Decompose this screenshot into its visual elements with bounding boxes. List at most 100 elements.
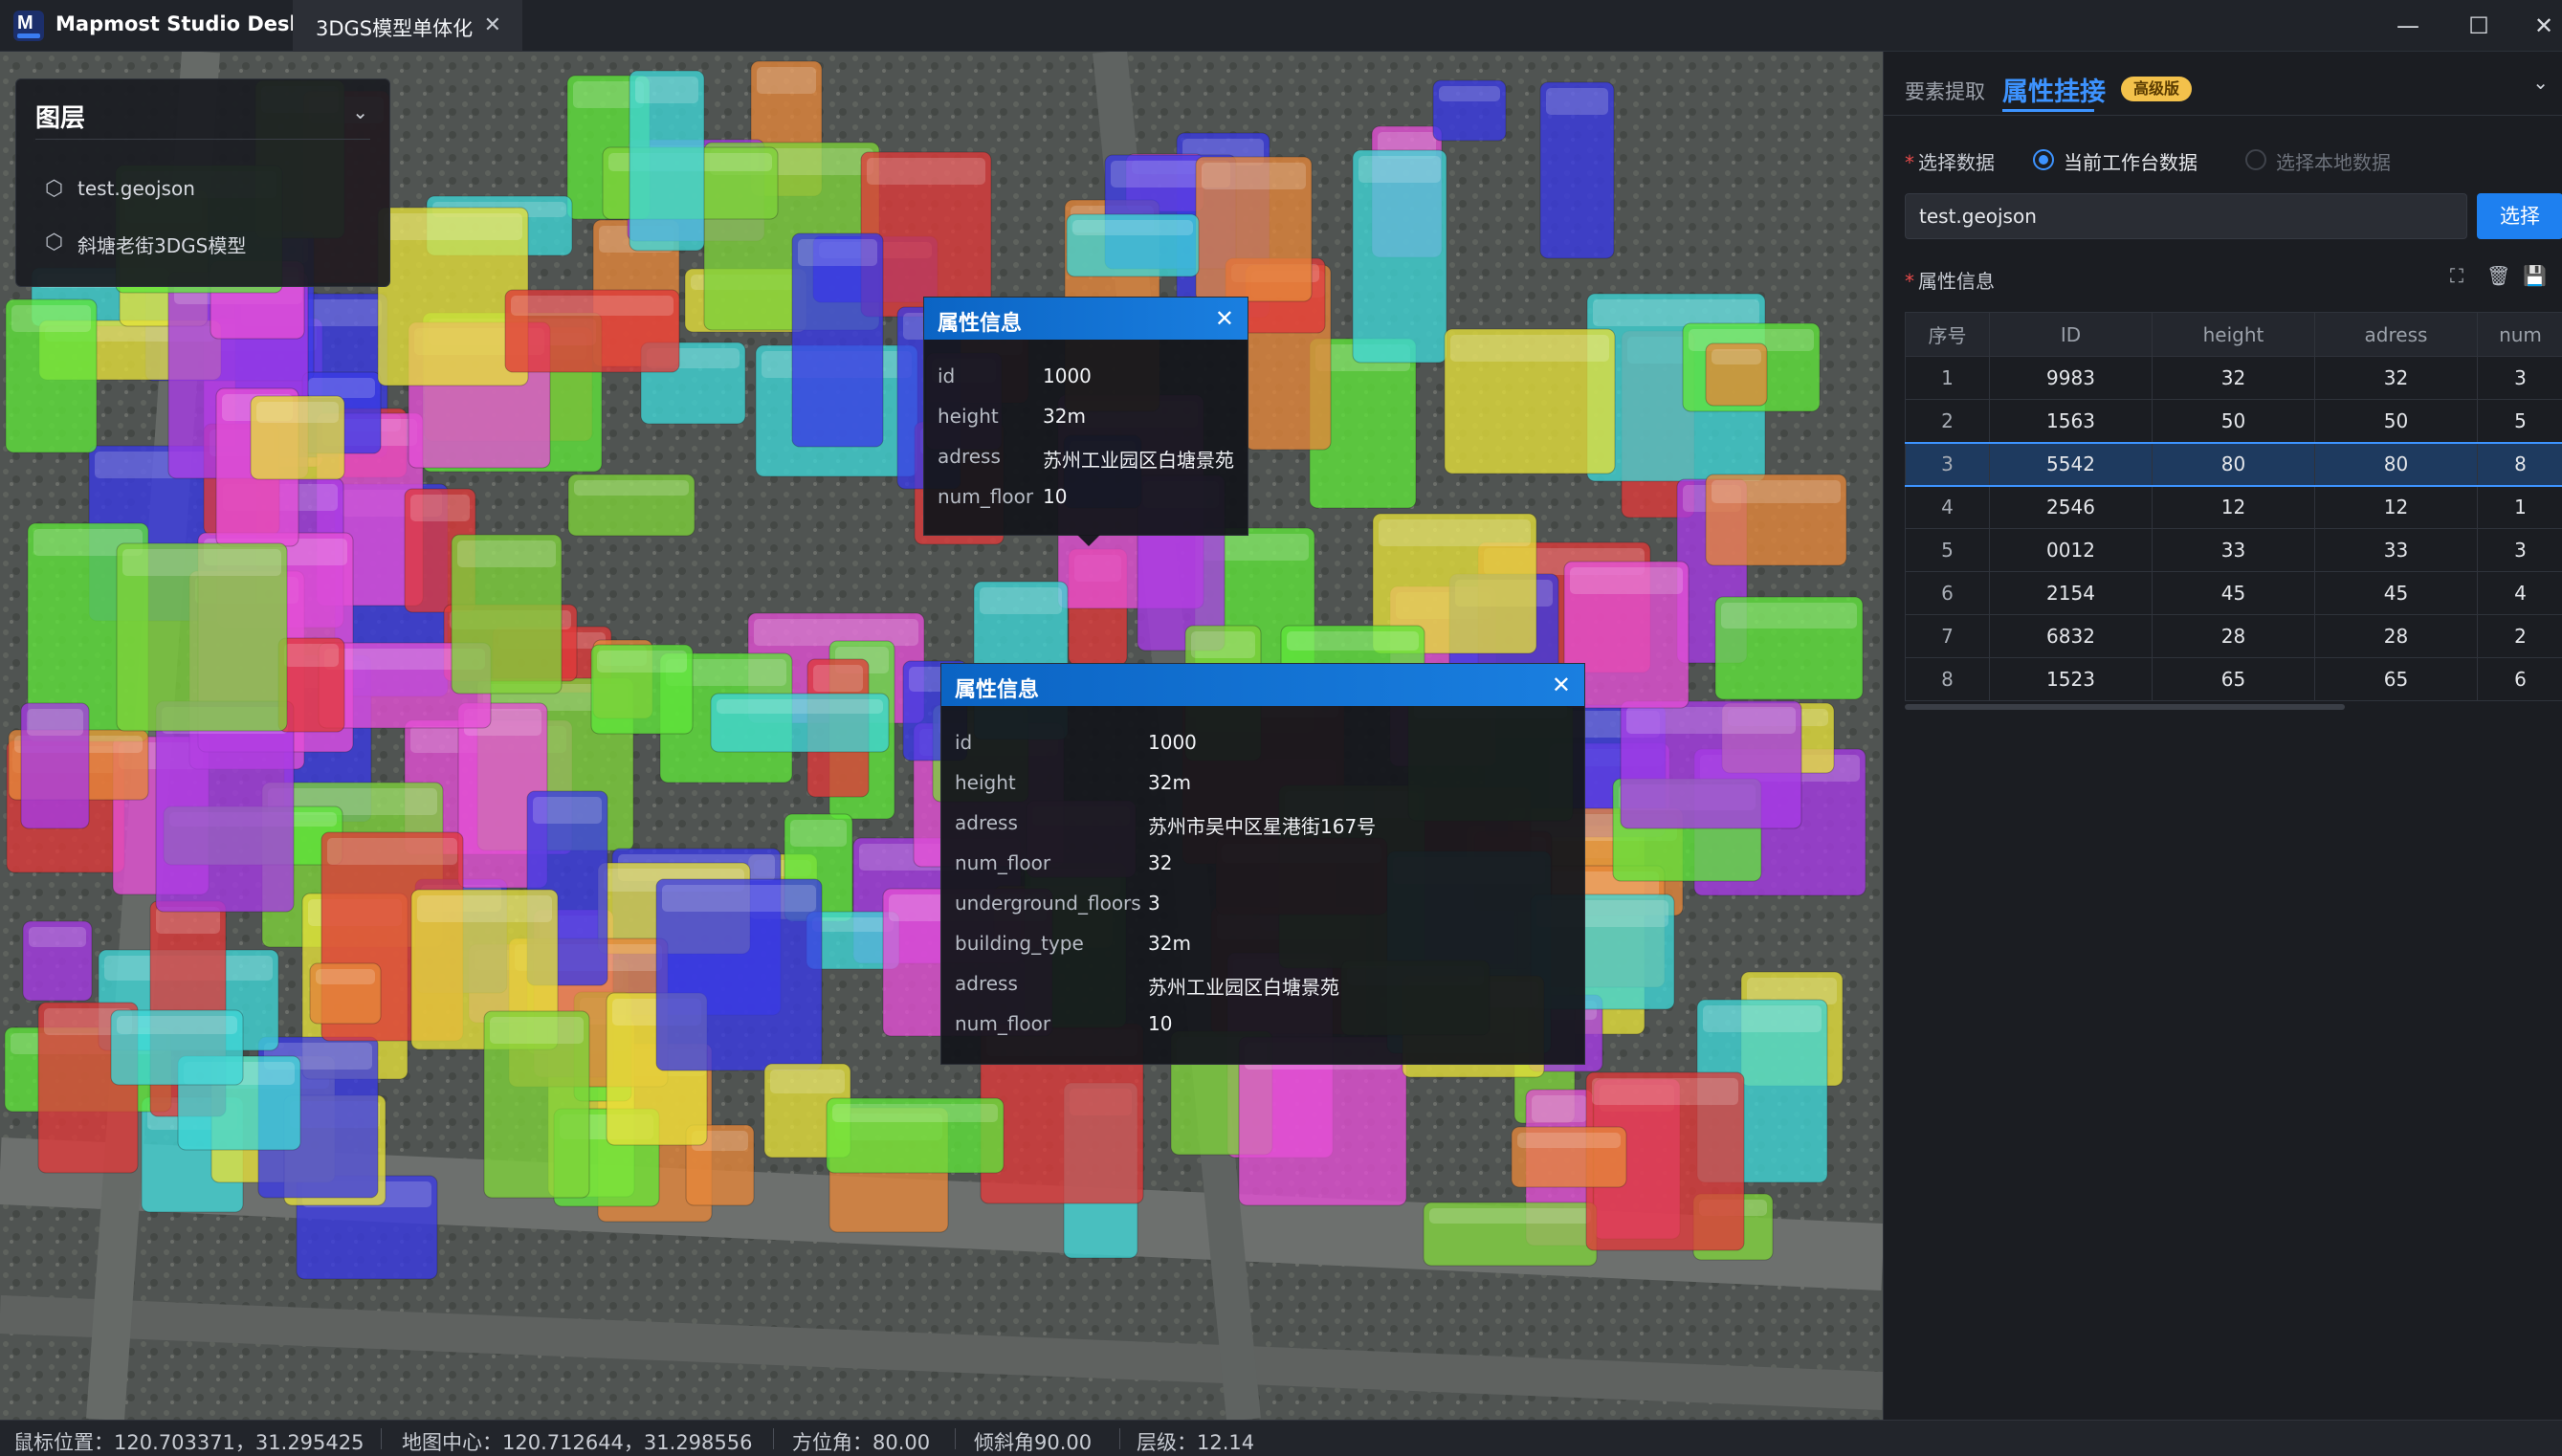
table-cell: 12 bbox=[2314, 485, 2478, 529]
building-roof bbox=[832, 1104, 998, 1122]
radio-workspace-data[interactable] bbox=[2033, 149, 2054, 170]
tab-close-icon[interactable]: ✕ bbox=[484, 13, 501, 37]
save-icon[interactable]: 💾 bbox=[2523, 264, 2547, 287]
popup-key: num_floor bbox=[938, 485, 1034, 508]
table-row[interactable]: 4 2546 12 12 1 bbox=[1905, 485, 2562, 529]
popup-value: 32m bbox=[1148, 932, 1191, 955]
minimize-button[interactable]: — bbox=[2392, 10, 2424, 42]
building-roof bbox=[316, 969, 375, 984]
col-header-height[interactable]: height bbox=[2152, 312, 2315, 357]
building-roof bbox=[1517, 1133, 1621, 1148]
popup-title: 属性信息 bbox=[938, 312, 1023, 336]
table-cell: 2546 bbox=[1989, 485, 2153, 529]
divider bbox=[381, 1428, 382, 1449]
layer-item-geojson[interactable]: ⬡ test.geojson bbox=[45, 171, 370, 206]
col-header-index[interactable]: 序号 bbox=[1905, 312, 1990, 357]
table-cell: 50 bbox=[2152, 399, 2315, 443]
cube-icon: ⬡ bbox=[45, 177, 64, 201]
select-data-text: 选择数据 bbox=[1918, 151, 1995, 174]
popup-value: 3 bbox=[1148, 892, 1160, 915]
table-row[interactable]: 6 2154 45 45 4 bbox=[1905, 571, 2562, 615]
popup-row: id 1000 bbox=[941, 723, 1584, 763]
building-roof bbox=[1532, 1095, 1587, 1122]
table-cell: 4 bbox=[1905, 485, 1990, 529]
table-row[interactable]: 5 0012 33 33 3 bbox=[1905, 528, 2562, 572]
popup-value: 32 bbox=[1148, 851, 1173, 874]
popup-key: building_type bbox=[955, 932, 1084, 955]
premium-badge: 高级版 bbox=[2121, 77, 2192, 101]
table-cell: 5542 bbox=[1989, 441, 2153, 487]
popup-row: num_floor 10 bbox=[941, 1004, 1584, 1045]
popup-key: adress bbox=[955, 811, 1018, 834]
attribute-table: 序号 ID height adress num 1 9983 32 32 3 2 1563 5… bbox=[1905, 312, 2562, 701]
fullscreen-icon[interactable]: ⛶ bbox=[2450, 264, 2463, 287]
table-cell: 12 bbox=[2152, 485, 2315, 529]
divider bbox=[35, 139, 370, 140]
building-roof bbox=[1358, 156, 1441, 183]
data-file-input[interactable] bbox=[1905, 193, 2467, 239]
table-row[interactable]: 1 9983 32 32 3 bbox=[1905, 356, 2562, 400]
chevron-down-icon[interactable]: ⌄ bbox=[352, 100, 368, 123]
layer-item-3dgs-model[interactable]: ⬡ 斜塘老街3DGS模型 bbox=[45, 225, 370, 259]
table-row[interactable]: 3 5542 80 80 8 bbox=[1905, 441, 2562, 487]
building-roof bbox=[867, 158, 985, 185]
popup-key: adress bbox=[955, 972, 1018, 995]
building-roof bbox=[1450, 335, 1609, 362]
col-header-id[interactable]: ID bbox=[1989, 312, 2153, 357]
radio-local-label[interactable]: 选择本地数据 bbox=[2276, 147, 2391, 175]
tab-3dgs-model[interactable]: 3DGS模型单体化 ✕ bbox=[293, 0, 522, 52]
popup-row: num_floor 10 bbox=[924, 477, 1248, 518]
building-roof bbox=[11, 305, 91, 332]
attribute-popup-large: 属性信息 ✕ id 1000 height 32m adress 苏州市吴中区星… bbox=[940, 663, 1585, 1065]
building-roof bbox=[1191, 631, 1255, 658]
divider bbox=[773, 1428, 774, 1449]
table-row[interactable]: 8 1523 65 65 6 bbox=[1905, 657, 2562, 701]
table-row[interactable]: 7 6832 28 28 2 bbox=[1905, 614, 2562, 658]
building-roof bbox=[327, 838, 457, 865]
col-header-num[interactable]: num bbox=[2477, 312, 2562, 357]
tab-feature-extract[interactable]: 要素提取 bbox=[1905, 77, 1985, 105]
attr-info-text: 属性信息 bbox=[1918, 270, 1995, 293]
close-icon[interactable]: ✕ bbox=[1552, 672, 1571, 698]
horizontal-scrollbar[interactable] bbox=[1905, 704, 2345, 710]
select-button[interactable]: 选择 bbox=[2477, 193, 2562, 239]
building-roof bbox=[417, 895, 552, 922]
delete-icon[interactable]: 🗑 bbox=[2486, 264, 2510, 287]
building-roof bbox=[410, 495, 470, 521]
layer-panel-title: 图层 bbox=[35, 104, 86, 133]
close-icon[interactable]: ✕ bbox=[1215, 305, 1234, 332]
building-roof bbox=[635, 77, 698, 103]
zoom-level: 层级：12.14 bbox=[1137, 1431, 1255, 1454]
table-cell: 50 bbox=[2314, 399, 2478, 443]
table-cell: 33 bbox=[2152, 528, 2315, 572]
table-cell: 4 bbox=[2477, 571, 2562, 615]
divider bbox=[1119, 1428, 1120, 1449]
radio-local-data[interactable] bbox=[2245, 149, 2266, 170]
window-close-button[interactable]: ✕ bbox=[2528, 10, 2560, 42]
building-roof bbox=[29, 927, 86, 947]
maximize-button[interactable]: ☐ bbox=[2463, 10, 2495, 42]
building-roof bbox=[662, 885, 816, 912]
building-roof bbox=[1546, 88, 1608, 115]
popup-row: underground_floors 3 bbox=[941, 884, 1584, 924]
table-row[interactable]: 2 1563 50 50 5 bbox=[1905, 399, 2562, 443]
radio-workspace-label[interactable]: 当前工作台数据 bbox=[2064, 147, 2198, 175]
popup-value: 苏州工业园区白塘景苑 bbox=[1148, 976, 1339, 999]
select-data-label: * 选择数据 bbox=[1905, 151, 1995, 174]
popup-row: height 32m bbox=[941, 763, 1584, 804]
table-cell: 8 bbox=[2477, 441, 2562, 487]
table-cell: 1 bbox=[2477, 485, 2562, 529]
table-cell: 6 bbox=[1905, 571, 1990, 615]
table-cell: 45 bbox=[2314, 571, 2478, 615]
col-header-adress[interactable]: adress bbox=[2314, 312, 2478, 357]
building-roof bbox=[117, 1016, 237, 1034]
building-roof bbox=[1287, 631, 1419, 651]
tab-attribute-attach[interactable]: 属性挂接 bbox=[2002, 71, 2106, 108]
popup-pointer bbox=[1077, 535, 1100, 546]
popup-value: 10 bbox=[1043, 485, 1068, 508]
chevron-down-icon[interactable]: ⌄ bbox=[2532, 71, 2549, 94]
popup-value: 32m bbox=[1043, 405, 1086, 428]
table-cell: 3 bbox=[2477, 356, 2562, 400]
table-cell: 5 bbox=[1905, 528, 1990, 572]
building-roof bbox=[27, 709, 83, 736]
